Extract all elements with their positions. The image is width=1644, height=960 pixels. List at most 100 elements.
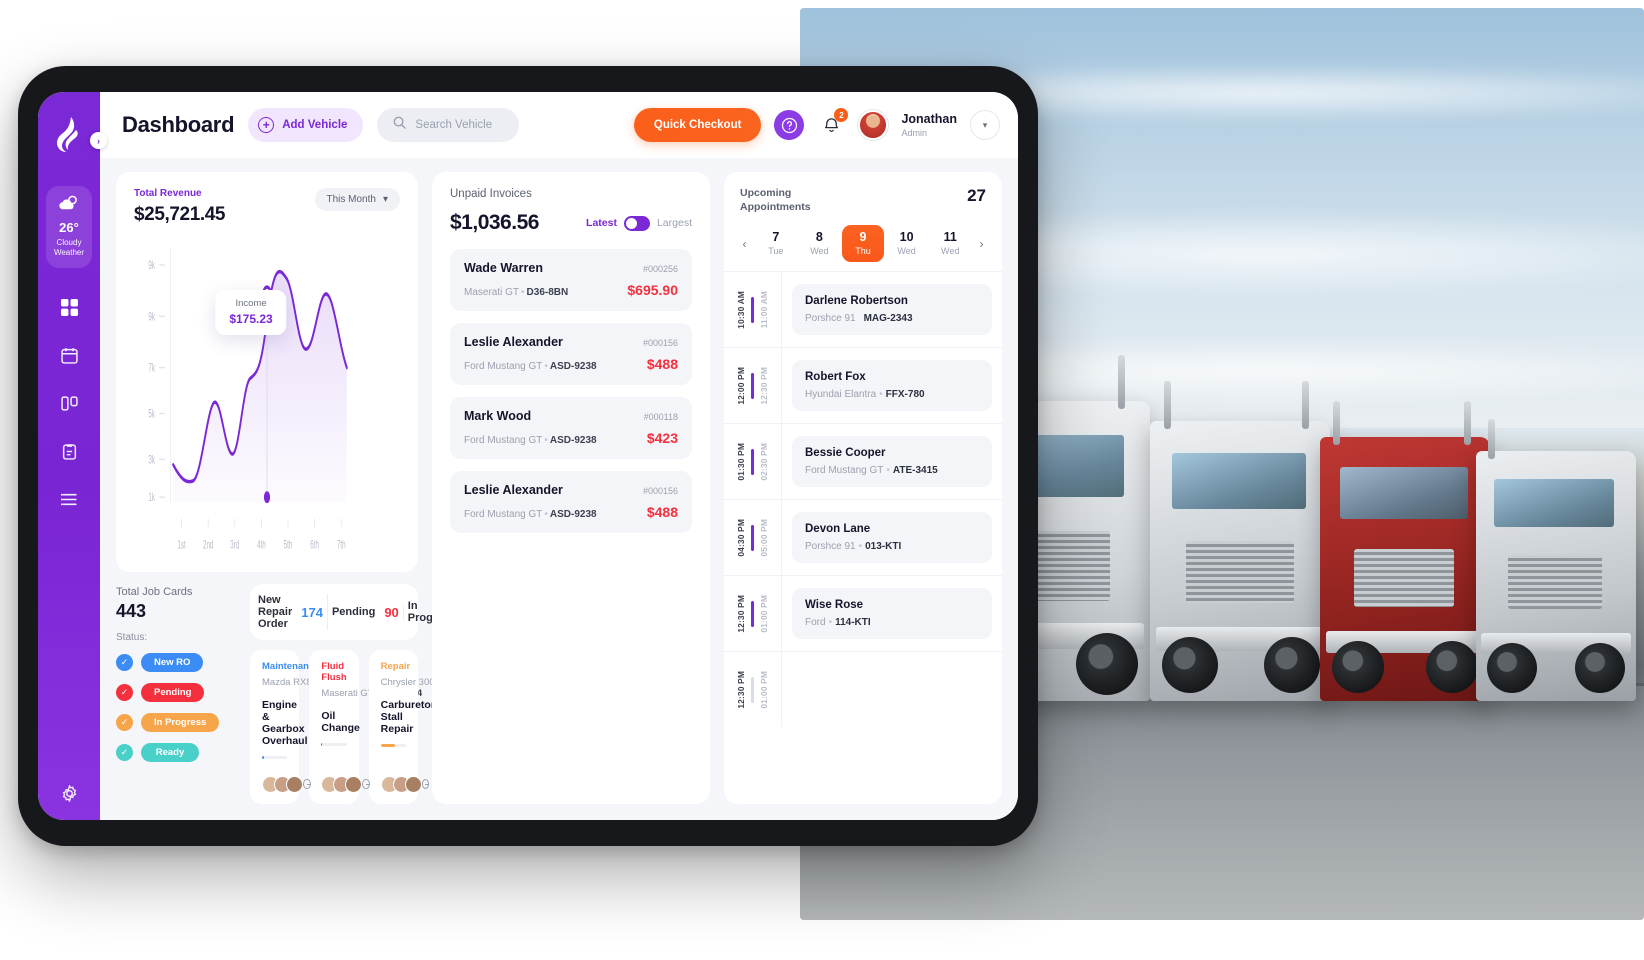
day-10[interactable]: 10 Wed xyxy=(886,225,928,262)
brand-logo-icon[interactable] xyxy=(49,108,89,164)
appointment-slot[interactable]: 12:00 PM 12:30 PM Robert Fox Hyundai Elantr… xyxy=(724,347,1002,424)
check-icon[interactable]: ✓ xyxy=(116,744,133,761)
invoice-row[interactable]: Leslie Alexander #000156 Ford Mustang GT • A… xyxy=(450,323,692,385)
appointment-entry[interactable]: Devon Lane Porshce 91 • 013-KTI xyxy=(792,512,992,564)
quick-checkout-button[interactable]: Quick Checkout xyxy=(633,108,762,142)
revenue-chart-svg: 9k 9k 7k 5k 3k 1k 1st 2nd 3rd 4th 5th 6th 7th xyxy=(148,248,348,552)
avatar xyxy=(345,775,363,793)
invoice-row[interactable]: Mark Wood #000118 Ford Mustang GT • ASD-9238… xyxy=(450,397,692,459)
notifications-bell[interactable]: 2 xyxy=(817,108,849,139)
tablet-device: › 26° Cloudy Weather Dashboard + Add Veh… xyxy=(18,66,1038,846)
tab-pending[interactable]: Pending 90 xyxy=(328,604,404,620)
search-vehicle-box[interactable] xyxy=(377,108,520,142)
job-card[interactable]: Fluid Flush Maserati GT • 977-4224 Oil Cha… xyxy=(309,650,422,804)
sidebar-toggle-chevron-right-icon[interactable]: › xyxy=(90,132,107,149)
appointment-slot[interactable]: 12:30 PM 01:00 PM xyxy=(724,651,1002,728)
sort-latest-label[interactable]: Latest xyxy=(586,217,617,229)
help-icon[interactable] xyxy=(774,110,805,140)
slot-body: Wise Rose Ford • 114-KTI xyxy=(782,576,1002,651)
day-11[interactable]: 11 Wed xyxy=(929,225,971,262)
appointment-customer: Devon Lane xyxy=(805,523,871,536)
status-filter-in-progress[interactable]: ✓ In Progress xyxy=(116,713,236,732)
assignee-avatars xyxy=(262,775,303,793)
invoice-row[interactable]: Wade Warren #000256 Maserati GT • D36-8BN $69… xyxy=(450,249,692,311)
appointment-customer: Robert Fox xyxy=(805,371,866,384)
day-8[interactable]: 8 Wed xyxy=(799,225,841,262)
slot-time-range: 12:00 PM 12:30 PM xyxy=(724,348,782,424)
add-vehicle-button[interactable]: + Add Vehicle xyxy=(248,108,364,142)
sidebar-item-board[interactable] xyxy=(56,390,82,416)
left-column: Total Revenue $25,721.45 This Month ▾ 9k… xyxy=(116,172,544,804)
user-menu-chevron-down-icon[interactable]: ▾ xyxy=(970,110,1000,140)
status-badge: Ready xyxy=(141,743,199,762)
status-filter-ready[interactable]: ✓ Ready xyxy=(116,743,236,762)
invoice-id: #000118 xyxy=(643,412,678,422)
search-input[interactable] xyxy=(415,119,504,131)
appointment-vehicle: Porshce 91 • 013-KTI xyxy=(805,541,902,553)
invoices-sort-toggle[interactable]: Latest Largest xyxy=(586,215,692,231)
check-icon[interactable]: ✓ xyxy=(116,654,133,671)
svg-text:9k: 9k xyxy=(148,310,155,324)
appointment-vehicle: Hyundai Elantra • FFX-780 xyxy=(805,389,925,401)
slot-body: Robert Fox Hyundai Elantra • FFX-780 xyxy=(782,348,1002,423)
sidebar-item-dashboard[interactable] xyxy=(56,294,82,320)
svg-text:9k: 9k xyxy=(148,259,155,273)
job-card[interactable]: Repair Chrysler 300 • 847-YMG Carburetor S… xyxy=(368,650,484,804)
job-progress-bar xyxy=(321,743,347,746)
invoice-customer-name: Mark Wood xyxy=(464,409,532,423)
appointment-slot[interactable]: 12:30 PM 01:00 PM Wise Rose Ford • 114-KTI xyxy=(724,575,1002,652)
status-badge: New RO xyxy=(141,653,204,672)
svg-text:2nd: 2nd xyxy=(203,538,213,552)
search-icon xyxy=(393,116,407,134)
sidebar-item-settings[interactable] xyxy=(56,780,82,806)
period-label: This Month xyxy=(326,194,376,205)
appointment-slot[interactable]: 10:30 AM 11:00 AM Darlene Robertson Porshce… xyxy=(724,271,1002,348)
invoice-id: #000156 xyxy=(642,338,678,348)
appointments-header: Upcoming Appointments 27 xyxy=(724,172,1002,225)
sidebar-item-calendar[interactable] xyxy=(56,342,82,368)
slot-start-time: 12:30 PM xyxy=(736,671,747,709)
job-type: Repair xyxy=(380,661,411,672)
day-7[interactable]: 7 Tue xyxy=(755,225,797,262)
add-vehicle-label: Add Vehicle xyxy=(282,119,348,131)
sidebar-item-invoices[interactable] xyxy=(56,438,82,464)
sort-switch[interactable] xyxy=(623,215,650,231)
svg-text:1st: 1st xyxy=(177,538,186,552)
truck xyxy=(1150,381,1330,702)
job-progress-bar xyxy=(380,744,406,747)
tab-new-repair-order[interactable]: New Repair Order 174 xyxy=(254,594,328,630)
next-day-chevron-right-icon[interactable]: › xyxy=(973,237,990,251)
invoices-summary: $1,036.56 Latest Largest xyxy=(450,211,692,235)
invoice-vehicle: Ford Mustang GT • ASD-9238 xyxy=(464,361,597,372)
svg-text:1k: 1k xyxy=(148,491,155,505)
avatar[interactable] xyxy=(858,110,889,140)
check-icon[interactable]: ✓ xyxy=(116,684,133,701)
job-card[interactable]: Maintenance Mazda RX8 • LBT-781 Engine & G… xyxy=(250,650,357,804)
slot-tick xyxy=(751,372,754,399)
appointment-entry[interactable]: Wise Rose Ford • 114-KTI xyxy=(792,588,992,640)
prev-day-chevron-left-icon[interactable]: ‹ xyxy=(736,237,753,251)
svg-text:3rd: 3rd xyxy=(230,538,239,552)
appointment-entry[interactable]: Bessie Cooper Ford Mustang GT • ATE-3415 xyxy=(792,436,992,488)
slot-end-time: 02:30 PM xyxy=(758,443,769,481)
slot-start-time: 10:30 AM xyxy=(736,290,747,329)
day-9[interactable]: 9 Thu xyxy=(842,225,884,263)
appointment-slot[interactable]: 04:30 PM 05:00 PM Devon Lane Porshce 91 • 013… xyxy=(724,499,1002,576)
avatar xyxy=(404,775,422,793)
appointment-slot[interactable]: 01:30 PM 02:30 PM Bessie Cooper Ford Mustan… xyxy=(724,423,1002,500)
invoice-amount: $423 xyxy=(646,430,678,446)
period-select[interactable]: This Month ▾ xyxy=(314,188,400,211)
slot-body xyxy=(782,652,1002,727)
check-icon[interactable]: ✓ xyxy=(116,714,133,731)
status-filter-new-ro[interactable]: ✓ New RO xyxy=(116,653,236,672)
day-strip: ‹ 7 Tue 8 Wed 9 Thu 10 Wed 11 Wed › xyxy=(724,225,1002,271)
status-filter-pending[interactable]: ✓ Pending xyxy=(116,683,236,702)
sidebar-item-list[interactable] xyxy=(56,486,82,512)
sort-largest-label[interactable]: Largest xyxy=(657,217,692,229)
appointment-entry[interactable]: Robert Fox Hyundai Elantra • FFX-780 xyxy=(792,360,992,412)
invoice-row[interactable]: Leslie Alexander #000156 Ford Mustang GT • A… xyxy=(450,471,692,533)
appointment-entry[interactable]: Darlene Robertson Porshce 91 MAG-2343 xyxy=(792,284,992,336)
sidebar: › 26° Cloudy Weather xyxy=(38,92,107,820)
invoices-title: Unpaid Invoices xyxy=(450,188,532,200)
appointment-vehicle: Ford Mustang GT • ATE-3415 xyxy=(805,465,938,477)
